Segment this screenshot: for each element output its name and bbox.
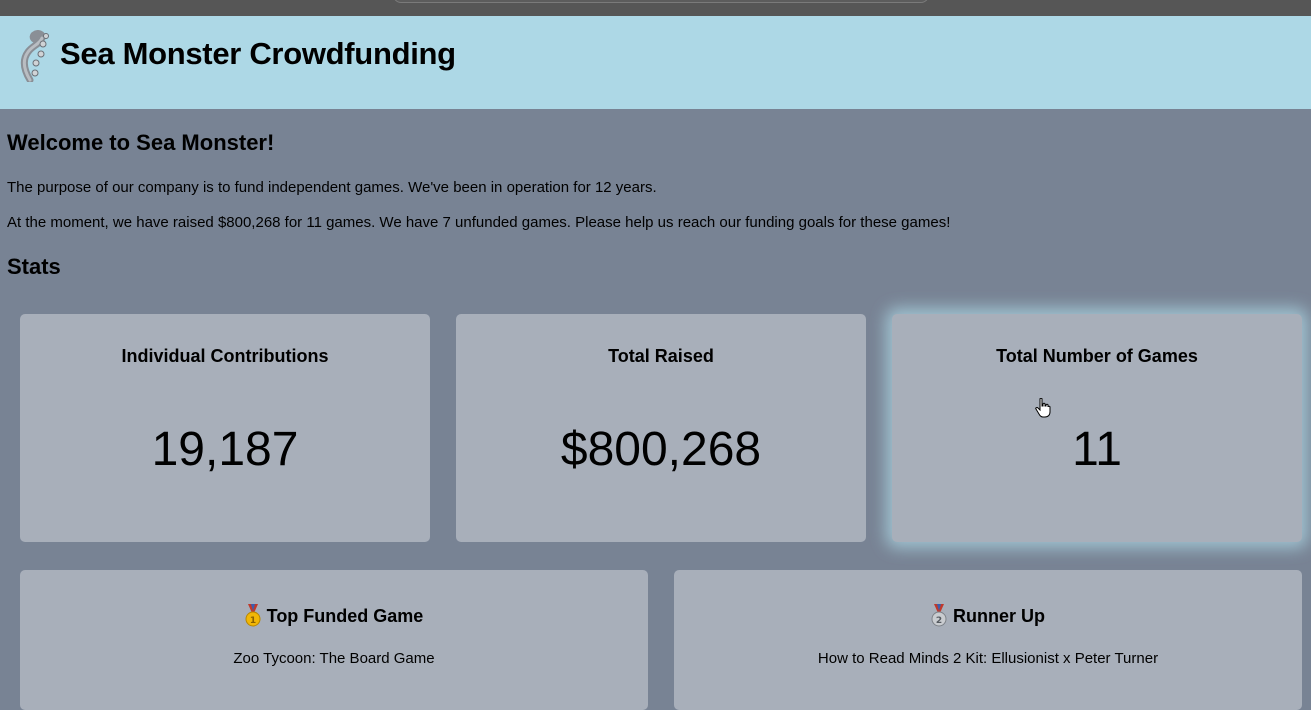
silver-medal-icon: 2	[931, 604, 947, 628]
welcome-heading: Welcome to Sea Monster!	[7, 130, 275, 155]
stat-card-contributions: Individual Contributions 19,187	[20, 314, 430, 542]
site-header: Sea Monster Crowdfunding	[0, 16, 1311, 109]
intro-paragraph-funding: At the moment, we have raised $800,268 f…	[7, 214, 951, 231]
svg-text:2: 2	[936, 616, 942, 626]
stat-title: Individual Contributions	[121, 346, 329, 366]
browser-top-bar	[0, 0, 1311, 16]
top-funded-game-name: Zoo Tycoon: The Board Game	[233, 650, 435, 667]
runner-up-game-card: 2 Runner Up How to Read Minds 2 Kit: Ell…	[674, 570, 1302, 710]
stats-heading: Stats	[7, 254, 61, 279]
top-funded-title: Top Funded Game	[266, 605, 424, 626]
svg-text:1: 1	[250, 616, 256, 626]
runner-up-heading: 2 Runner Up	[674, 604, 1302, 628]
browser-address-bar[interactable]	[393, 0, 929, 3]
runner-up-title: Runner Up	[953, 605, 1045, 626]
stat-card-total-raised: Total Raised $800,268	[456, 314, 866, 542]
top-funded-heading: 1 Top Funded Game	[20, 604, 648, 628]
stat-value: $800,268	[560, 423, 762, 476]
stat-value: 19,187	[151, 423, 299, 476]
gold-medal-icon: 1	[245, 604, 261, 628]
top-funded-game-card: 1 Top Funded Game Zoo Tycoon: The Board …	[20, 570, 648, 710]
hand-pointer-cursor-icon	[1035, 397, 1051, 418]
stat-card-number-of-games[interactable]: Total Number of Games 11	[892, 314, 1302, 542]
site-title: Sea Monster Crowdfunding	[60, 36, 456, 71]
sea-monster-tentacle-icon[interactable]	[16, 30, 54, 84]
intro-paragraph-purpose: The purpose of our company is to fund in…	[7, 179, 657, 196]
runner-up-game-name: How to Read Minds 2 Kit: Ellusionist x P…	[817, 650, 1159, 667]
stat-value: 11	[1072, 423, 1122, 476]
stat-title: Total Raised	[608, 346, 714, 366]
stat-title: Total Number of Games	[996, 346, 1198, 366]
